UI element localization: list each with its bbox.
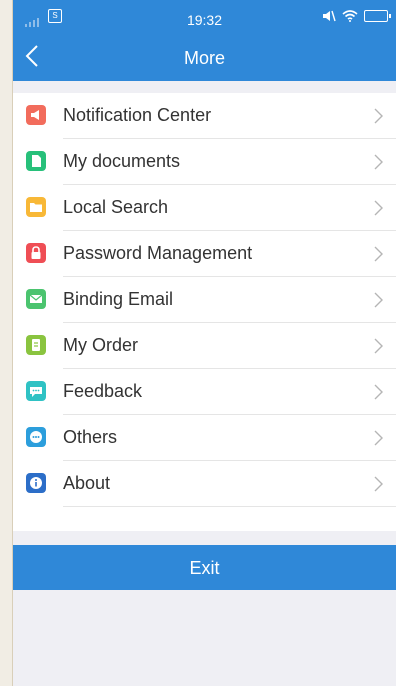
chevron-right-icon — [374, 476, 383, 492]
mute-icon — [323, 10, 336, 22]
screen: S 19:32 More Notification Center My docu… — [13, 0, 396, 686]
menu-item-local-search[interactable]: Local Search — [13, 185, 396, 231]
envelope-icon — [26, 289, 46, 309]
chat-bubble-icon — [26, 381, 46, 401]
menu-item-binding-email[interactable]: Binding Email — [13, 277, 396, 323]
exit-label: Exit — [189, 558, 220, 578]
menu-item-label: Others — [63, 427, 118, 447]
menu-item-my-order[interactable]: My Order — [13, 323, 396, 369]
more-dots-icon — [26, 427, 46, 447]
menu-list: Notification Center My documents Local S… — [13, 93, 396, 531]
megaphone-icon — [26, 105, 46, 125]
menu-item-label: Binding Email — [63, 289, 174, 309]
menu-item-label: Password Management — [63, 243, 253, 263]
chevron-right-icon — [374, 108, 383, 124]
battery-icon — [364, 10, 391, 22]
menu-item-others[interactable]: Others — [13, 415, 396, 461]
exit-button[interactable]: Exit — [13, 545, 396, 590]
folder-icon — [26, 197, 46, 217]
chevron-right-icon — [374, 154, 383, 170]
status-icons — [322, 10, 391, 22]
menu-item-about[interactable]: About — [13, 461, 396, 507]
document-icon — [26, 151, 46, 171]
chevron-right-icon — [374, 292, 383, 308]
menu-item-password-management[interactable]: Password Management — [13, 231, 396, 277]
menu-item-feedback[interactable]: Feedback — [13, 369, 396, 415]
menu-item-label: My documents — [63, 151, 181, 171]
wifi-icon — [342, 10, 358, 22]
app-frame: S 19:32 More Notification Center My docu… — [0, 0, 396, 686]
chevron-right-icon — [374, 200, 383, 216]
menu-item-label: About — [63, 473, 111, 493]
menu-item-label: Notification Center — [63, 105, 212, 125]
chevron-right-icon — [374, 430, 383, 446]
info-icon — [26, 473, 46, 493]
status-bar: S 19:32 — [13, 0, 396, 36]
menu-item-notification-center[interactable]: Notification Center — [13, 93, 396, 139]
row-divider — [63, 506, 396, 507]
nav-header: More — [13, 36, 396, 81]
menu-item-label: Local Search — [63, 197, 169, 217]
menu-item-label: My Order — [63, 335, 139, 355]
lock-icon — [26, 243, 46, 263]
menu-item-my-documents[interactable]: My documents — [13, 139, 396, 185]
header-spacer — [13, 81, 396, 93]
menu-item-label: Feedback — [63, 381, 143, 401]
order-icon — [26, 335, 46, 355]
device-bezel — [0, 0, 13, 686]
chevron-right-icon — [374, 338, 383, 354]
chevron-right-icon — [374, 384, 383, 400]
chevron-right-icon — [374, 246, 383, 262]
page-title: More — [183, 48, 225, 68]
